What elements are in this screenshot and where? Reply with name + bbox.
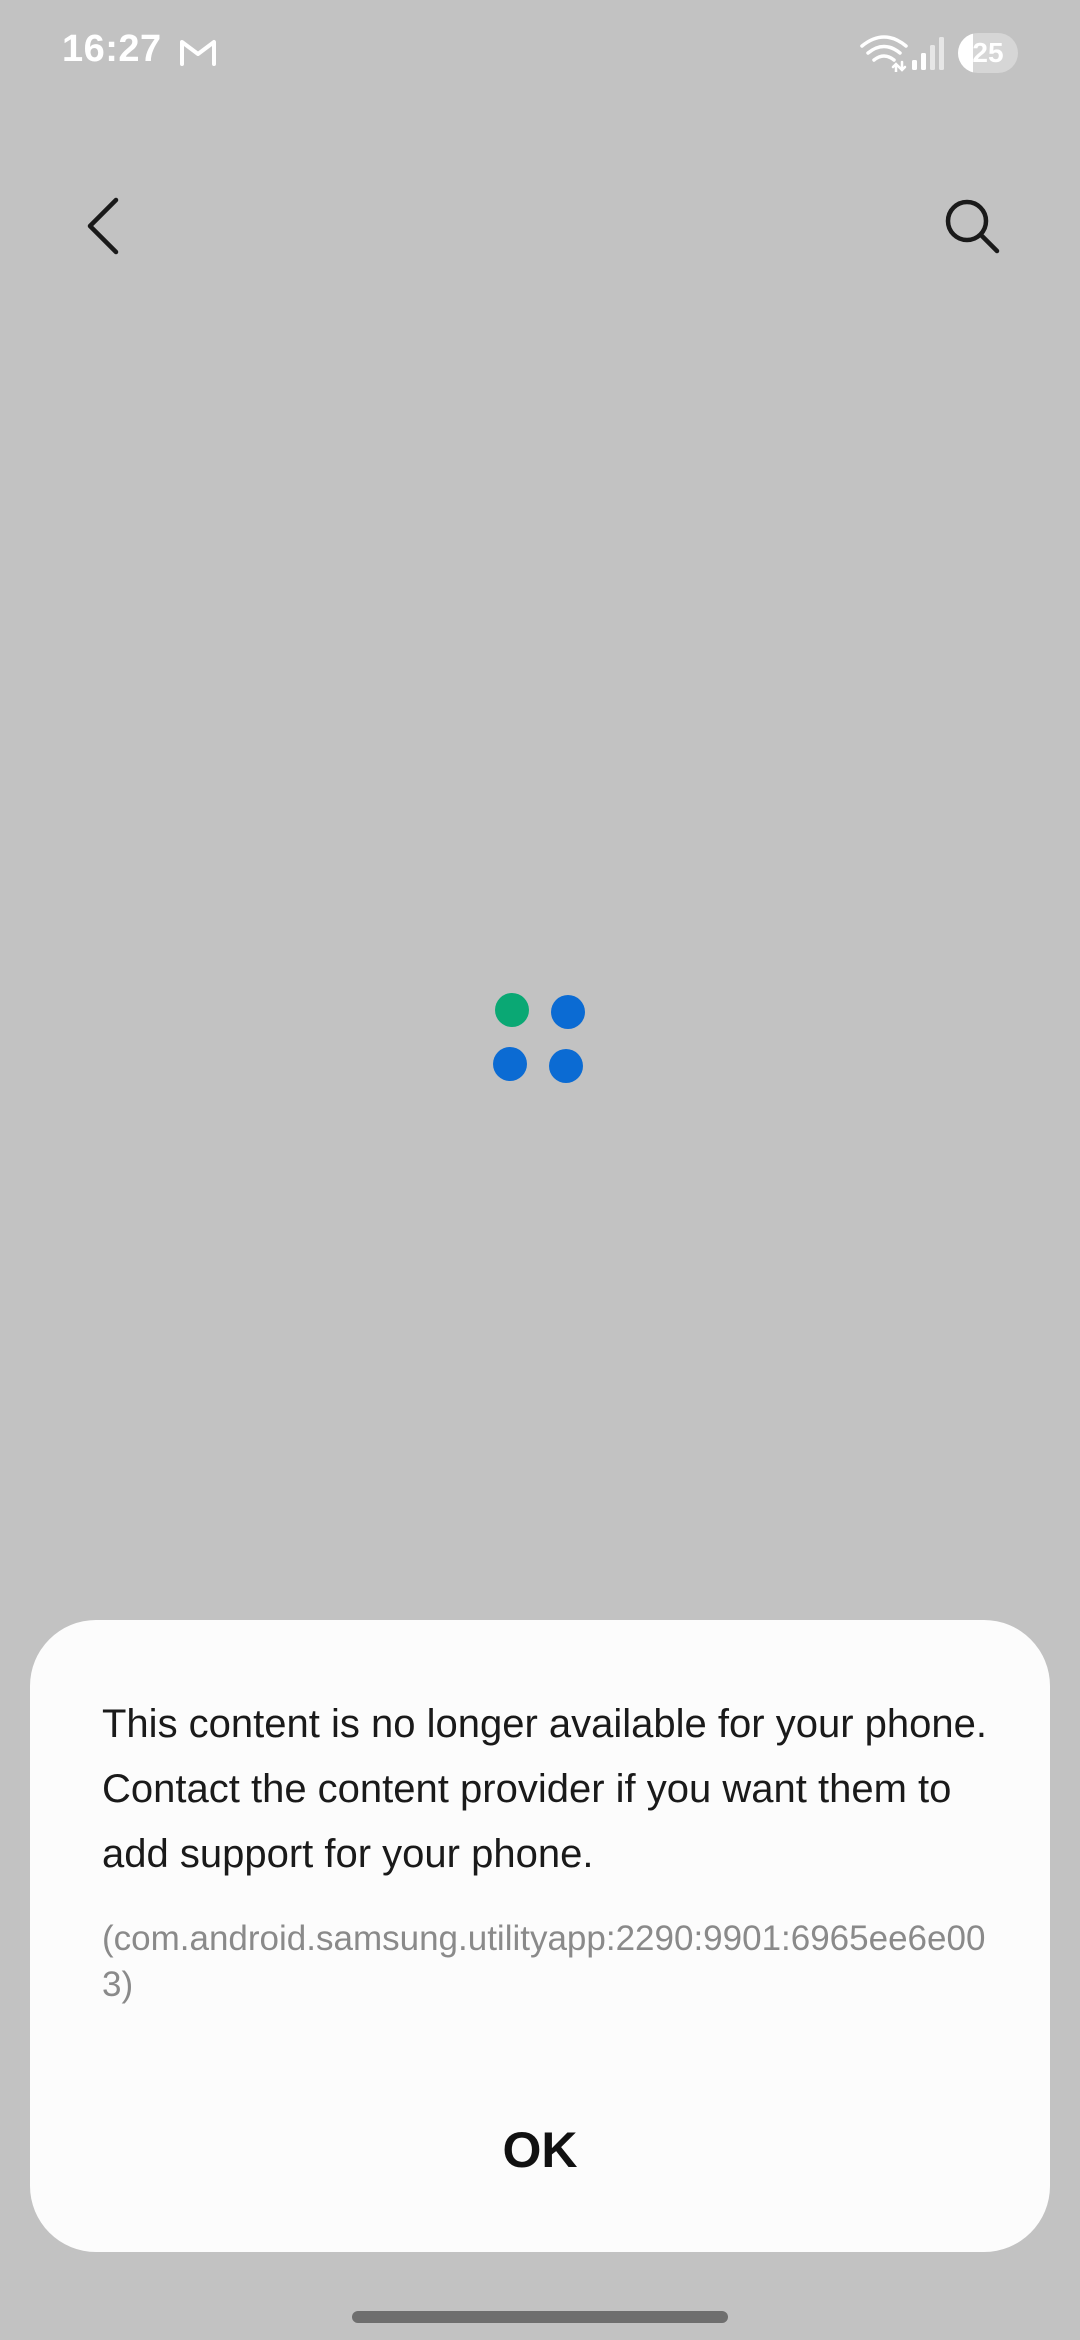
back-button[interactable]: [68, 190, 140, 262]
battery-icon: 25: [958, 33, 1018, 73]
dialog-error-code: (com.android.samsung.utilityapp:2290:990…: [102, 1919, 986, 2004]
search-icon: [945, 199, 1000, 254]
back-arrow-icon: [87, 197, 119, 255]
loading-dot: [551, 995, 585, 1029]
wifi-icon: [860, 35, 908, 72]
battery-level: 25: [972, 37, 1004, 68]
search-button[interactable]: [936, 190, 1008, 262]
loading-dot: [493, 1047, 527, 1081]
gmail-icon: [180, 40, 216, 66]
home-indicator[interactable]: [352, 2311, 728, 2323]
dialog-message: This content is no longer available for …: [102, 1702, 987, 1876]
status-bar: 16:27 25: [0, 0, 1080, 110]
signal-icon: [912, 37, 944, 70]
status-time: 16:27: [62, 28, 162, 70]
loading-dot: [495, 993, 529, 1027]
unavailable-content-dialog: This content is no longer available for …: [30, 1620, 1050, 2252]
ok-button[interactable]: OK: [390, 2100, 690, 2200]
loading-indicator: [490, 990, 590, 1090]
loading-dot: [549, 1049, 583, 1083]
